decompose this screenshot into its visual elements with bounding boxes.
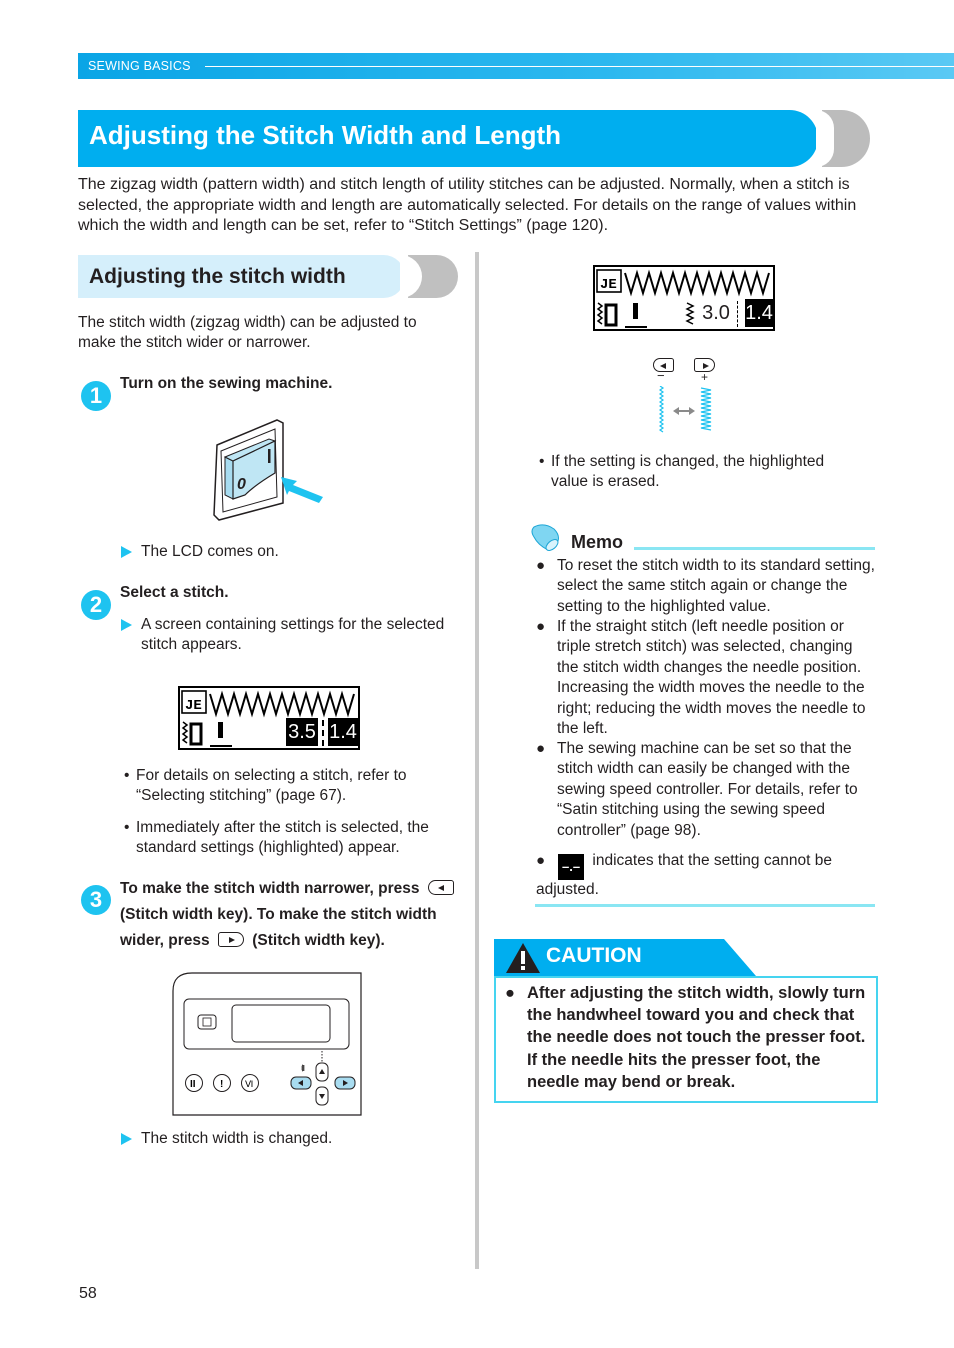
step-2-note-2: • Immediately after the stitch is select… bbox=[121, 818, 461, 859]
memo-text: To reset the stitch width to its standar… bbox=[557, 557, 875, 615]
stitch-width-comparison-icon bbox=[658, 386, 712, 433]
step-1-result-text: The LCD comes on. bbox=[141, 543, 279, 560]
lcd-separator bbox=[322, 720, 324, 746]
bullet-icon: • bbox=[124, 767, 130, 784]
lcd-width-value: 3.5 bbox=[286, 718, 318, 746]
lcd-stitch-pattern: JE bbox=[181, 690, 355, 718]
result-arrow-icon bbox=[121, 1133, 132, 1145]
pointer-arrow-icon bbox=[281, 477, 323, 503]
memo-item-3: ● The sewing machine can be set so that … bbox=[536, 739, 876, 841]
right-note: • If the setting is changed, the highlig… bbox=[536, 452, 856, 493]
step-3-number: 3 bbox=[81, 885, 111, 915]
stitch-width-wide-key-icon bbox=[217, 932, 244, 947]
control-panel-illustration: II ! Ⅵ bbox=[172, 972, 362, 1116]
memo-text: The sewing machine can be set so that th… bbox=[557, 740, 858, 839]
memo-title: Memo bbox=[571, 532, 624, 552]
memo-text: If the straight stitch (left needle posi… bbox=[557, 618, 866, 738]
title-banner: Adjusting the Stitch Width and Length bbox=[78, 110, 818, 167]
lcd-length-value: 1.4 bbox=[745, 299, 773, 327]
lcd-settings-row: 3.0 1.4 bbox=[595, 299, 773, 329]
note-text: If the setting is changed, the highlight… bbox=[551, 453, 825, 491]
step-3-title-text: (Stitch width key). To make the stitch w… bbox=[120, 906, 437, 923]
bullet-icon: ● bbox=[536, 618, 546, 635]
note-text: For details on selecting a stitch, refer… bbox=[136, 767, 407, 805]
caution-text: ● After adjusting the stitch width, slow… bbox=[505, 982, 870, 1093]
switch-off-label: 0 bbox=[237, 476, 246, 493]
intro-paragraph: The zigzag width (pattern width) and sti… bbox=[78, 176, 857, 235]
lcd-needle-icons bbox=[596, 302, 695, 328]
svg-text:JE: JE bbox=[185, 698, 202, 714]
result-arrow-icon bbox=[121, 546, 132, 558]
lcd-display-standard: JE 3.5 1.4 bbox=[178, 686, 360, 750]
page-number: 58 bbox=[79, 1285, 97, 1302]
step-2-result: A screen containing settings for the sel… bbox=[121, 615, 461, 656]
column-divider bbox=[475, 252, 479, 1269]
step-3-result: The stitch width is changed. bbox=[121, 1129, 332, 1149]
sub-intro: The stitch width (zigzag width) can be a… bbox=[78, 314, 417, 352]
svg-text:!: ! bbox=[220, 1079, 223, 1090]
lcd-display-changed: JE 3.0 1.4 bbox=[593, 265, 775, 331]
header-rule bbox=[205, 66, 954, 67]
minus-label: − bbox=[657, 368, 665, 383]
svg-text:Ⅵ: Ⅵ bbox=[245, 1079, 253, 1089]
step-2-number: 2 bbox=[81, 590, 111, 620]
memo-item-1: ● To reset the stitch width to its stand… bbox=[536, 556, 876, 617]
caution-label: CAUTION bbox=[546, 944, 642, 967]
memo-item-4: ● –.– indicates that the setting cannot … bbox=[536, 851, 876, 900]
step-1-number: 1 bbox=[81, 381, 111, 411]
lcd-width-value: 3.0 bbox=[702, 302, 730, 324]
result-arrow-icon bbox=[121, 619, 132, 631]
section-label: SEWING BASICS bbox=[88, 59, 191, 73]
memo-bell-icon bbox=[531, 524, 559, 551]
svg-text:II: II bbox=[190, 1079, 196, 1090]
section-header-band: SEWING BASICS bbox=[78, 53, 954, 79]
disabled-setting-indicator: –.– bbox=[558, 854, 585, 880]
step-1-result: The LCD comes on. bbox=[121, 542, 279, 562]
plus-label: + bbox=[701, 370, 709, 384]
bullet-icon: ● bbox=[536, 557, 546, 574]
step-2-result-text: A screen containing settings for the sel… bbox=[141, 616, 445, 654]
step-3-title-text: (Stitch width key). bbox=[252, 932, 385, 949]
bullet-icon: ● bbox=[505, 984, 515, 1002]
memo-item-2: ● If the straight stitch (left needle po… bbox=[536, 617, 876, 739]
lcd-length-value: 1.4 bbox=[328, 718, 358, 746]
note-text: Immediately after the stitch is selected… bbox=[136, 819, 429, 857]
page-title: Adjusting the Stitch Width and Length bbox=[89, 120, 562, 150]
warning-triangle-icon bbox=[506, 943, 540, 973]
step-3-result-text: The stitch width is changed. bbox=[141, 1130, 333, 1147]
memo-bottom-rule bbox=[535, 904, 875, 907]
subheading-banner: Adjusting the stitch width bbox=[78, 255, 405, 298]
lcd-stitch-pattern: JE bbox=[596, 269, 770, 297]
bullet-icon: • bbox=[539, 453, 545, 470]
caution-message: After adjusting the stitch width, slowly… bbox=[527, 984, 866, 1091]
subheading-cap bbox=[400, 255, 458, 298]
stitch-width-narrow-key-icon bbox=[427, 880, 454, 895]
lcd-separator bbox=[737, 301, 739, 327]
bullet-icon: • bbox=[124, 819, 130, 836]
step-2-note-1: • For details on selecting a stitch, ref… bbox=[121, 766, 461, 807]
svg-text:JE: JE bbox=[600, 277, 617, 293]
memo-rule bbox=[634, 547, 875, 550]
subheading: Adjusting the stitch width bbox=[89, 265, 346, 288]
bullet-icon: ● bbox=[536, 852, 546, 869]
lcd-settings-row: 3.5 1.4 bbox=[180, 718, 358, 748]
step-3-title-text: To make the stitch width narrower, press bbox=[120, 880, 420, 897]
bullet-icon: ● bbox=[536, 740, 546, 757]
step-1-title: Turn on the sewing machine. bbox=[120, 375, 333, 392]
power-switch-illustration: 0 bbox=[213, 419, 323, 521]
title-banner-cap bbox=[816, 110, 870, 167]
step-3-title: To make the stitch width narrower, press… bbox=[120, 876, 465, 954]
step-3-title-text: wider, press bbox=[120, 932, 210, 949]
switch-on-label bbox=[268, 449, 271, 463]
step-2-title: Select a stitch. bbox=[120, 584, 229, 601]
